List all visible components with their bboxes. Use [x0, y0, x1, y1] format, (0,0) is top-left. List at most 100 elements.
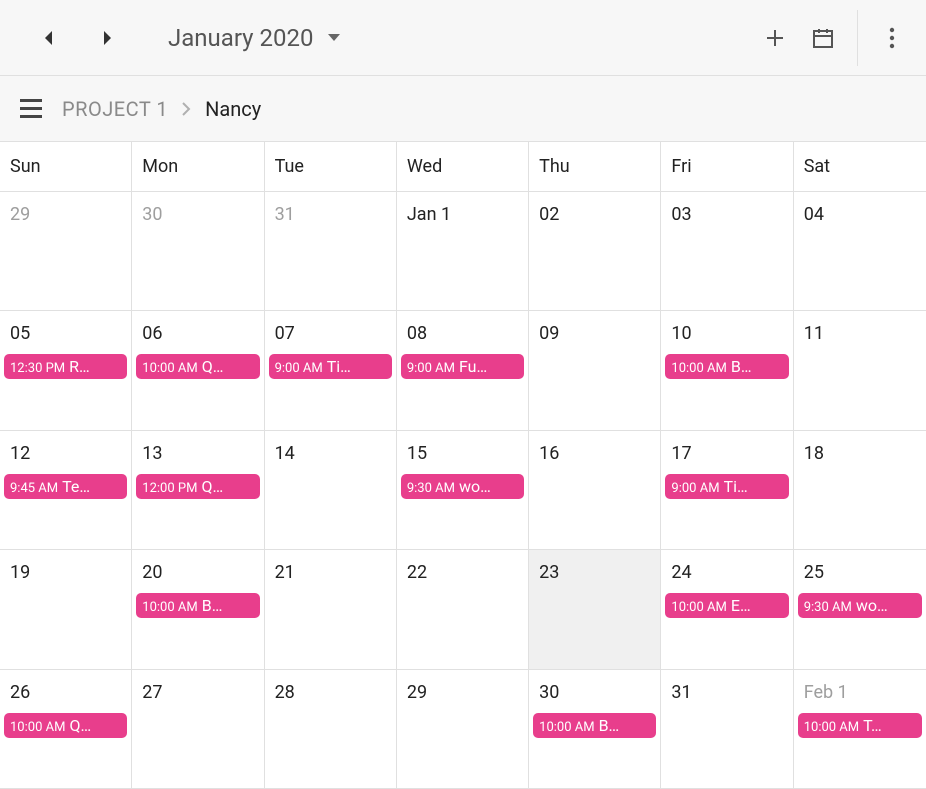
calendar-day-cell[interactable]: 22 — [397, 550, 529, 669]
calendar-day-cell[interactable]: 079:00 AMTi… — [265, 311, 397, 430]
event-time: 12:00 PM — [142, 481, 197, 496]
day-header: Sat — [794, 142, 926, 191]
calendar-event[interactable]: 12:30 PMR… — [4, 354, 127, 379]
calendar-day-cell[interactable]: 1010:00 AMB… — [661, 311, 793, 430]
calendar-event[interactable]: 9:00 AMTi… — [665, 474, 788, 499]
calendar-event[interactable]: 9:30 AMwo… — [798, 593, 922, 618]
calendar-day-cell[interactable]: 0512:30 PMR… — [0, 311, 132, 430]
calendar-day-cell[interactable]: 0610:00 AMQ… — [132, 311, 264, 430]
calendar-day-cell[interactable]: 23 — [529, 550, 661, 669]
calendar-day-cell[interactable]: 2010:00 AMB… — [132, 550, 264, 669]
calendar-date-label: Feb 1 — [794, 678, 926, 713]
calendar-day-cell[interactable]: 14 — [265, 431, 397, 550]
calendar-day-cell[interactable]: 159:30 AMwo… — [397, 431, 529, 550]
calendar-day-cell[interactable]: 16 — [529, 431, 661, 550]
day-header: Thu — [529, 142, 661, 191]
calendar-day-cell[interactable]: 04 — [794, 192, 926, 311]
calendar-day-cell[interactable]: 30 — [132, 192, 264, 311]
calendar-day-cell[interactable]: 26 10:00 AM Q… — [0, 670, 132, 789]
event-title: E… — [731, 596, 783, 615]
day-header: Wed — [397, 142, 529, 191]
calendar-event[interactable]: 10:00 AMB… — [136, 593, 259, 618]
plus-icon — [765, 28, 785, 48]
calendar-day-cell[interactable]: 09 — [529, 311, 661, 430]
calendar-day-cell[interactable]: 29 — [0, 192, 132, 311]
calendar-event[interactable]: 9:00 AMTi… — [269, 354, 392, 379]
event-title: B… — [599, 716, 651, 735]
more-menu-button[interactable] — [868, 14, 916, 62]
calendar-event[interactable]: 10:00 AMB… — [665, 354, 788, 379]
event-time: 9:30 AM — [407, 481, 455, 496]
calendar-date-label: 09 — [529, 319, 660, 354]
breadcrumb-leaf: Nancy — [205, 97, 261, 121]
event-title: Te… — [62, 477, 121, 496]
calendar-date-label: 24 — [661, 558, 792, 593]
event-time: 9:00 AM — [275, 361, 323, 376]
event-title: Q… — [69, 716, 121, 735]
breadcrumb: PROJECT 1 Nancy — [0, 76, 926, 142]
calendar-day-cell[interactable]: 27 — [132, 670, 264, 789]
chevron-left-icon — [42, 29, 54, 47]
calendar-day-cell[interactable]: 3010:00 AMB… — [529, 670, 661, 789]
calendar-day-cell[interactable]: 28 — [265, 670, 397, 789]
calendar-date-label: Jan 1 — [397, 200, 528, 235]
calendar-day-cell[interactable]: 179:00 AMTi… — [661, 431, 793, 550]
calendar-date-label: 16 — [529, 439, 660, 474]
calendar-day-cell[interactable]: 089:00 AMFu… — [397, 311, 529, 430]
calendar-event[interactable]: 9:30 AMwo… — [401, 474, 524, 499]
calendar-date-label: 27 — [132, 678, 263, 713]
calendar-date-label: 03 — [661, 200, 792, 235]
menu-button[interactable] — [20, 95, 48, 123]
month-title: January 2020 — [168, 24, 313, 52]
calendar-event[interactable]: 10:00 AM Q… — [4, 713, 127, 738]
calendar-date-label: 31 — [661, 678, 792, 713]
more-vertical-icon — [889, 27, 895, 49]
calendar-day-cell[interactable]: 02 — [529, 192, 661, 311]
event-title: R… — [69, 357, 121, 376]
add-button[interactable] — [751, 14, 799, 62]
calendar-day-cell[interactable]: 18 — [794, 431, 926, 550]
calendar-date-label: 06 — [132, 319, 263, 354]
calendar-day-headers: Sun Mon Tue Wed Thu Fri Sat — [0, 142, 926, 192]
calendar-date-label: 11 — [794, 319, 926, 354]
event-time: 10:00 AM — [671, 600, 726, 615]
calendar-event[interactable]: 10:00 AMT… — [798, 713, 922, 738]
calendar-day-cell[interactable]: Jan 1 — [397, 192, 529, 311]
calendar-day-cell[interactable]: 21 — [265, 550, 397, 669]
calendar-event[interactable]: 10:00 AMQ… — [136, 354, 259, 379]
event-time: 10:00 AM — [142, 361, 197, 376]
calendar-date-label: 13 — [132, 439, 263, 474]
calendar-day-cell[interactable]: Feb 110:00 AMT… — [794, 670, 926, 789]
calendar-day-cell[interactable]: 31 — [661, 670, 793, 789]
prev-month-button[interactable] — [28, 18, 68, 58]
calendar-day-cell[interactable]: 24 10:00 AM E… — [661, 550, 793, 669]
calendar-day-cell[interactable]: 129:45 AMTe… — [0, 431, 132, 550]
calendar-day-cell[interactable]: 259:30 AMwo… — [794, 550, 926, 669]
calendar-event[interactable]: 9:00 AMFu… — [401, 354, 524, 379]
today-button[interactable] — [799, 14, 847, 62]
calendar-event[interactable]: 12:00 PMQ… — [136, 474, 259, 499]
calendar-date-label: 02 — [529, 200, 660, 235]
breadcrumb-root[interactable]: PROJECT 1 — [62, 97, 168, 121]
calendar-date-label: 17 — [661, 439, 792, 474]
calendar-date-label: 07 — [265, 319, 396, 354]
calendar-date-label: 05 — [0, 319, 131, 354]
calendar-event[interactable]: 10:00 AMB… — [533, 713, 656, 738]
calendar-day-cell[interactable]: 19 — [0, 550, 132, 669]
calendar-day-cell[interactable]: 1312:00 PMQ… — [132, 431, 264, 550]
event-time: 10:00 AM — [10, 720, 65, 735]
calendar-date-label: 29 — [397, 678, 528, 713]
month-selector[interactable]: January 2020 — [168, 24, 341, 52]
calendar-day-cell[interactable]: 31 — [265, 192, 397, 311]
calendar-date-label: 20 — [132, 558, 263, 593]
calendar-date-label: 08 — [397, 319, 528, 354]
calendar-day-cell[interactable]: 03 — [661, 192, 793, 311]
calendar-date-label: 26 — [0, 678, 131, 713]
calendar-day-cell[interactable]: 29 — [397, 670, 529, 789]
next-month-button[interactable] — [88, 18, 128, 58]
calendar-event[interactable]: 10:00 AM E… — [665, 593, 788, 618]
event-time: 10:00 AM — [671, 361, 726, 376]
event-time: 9:00 AM — [407, 361, 455, 376]
calendar-event[interactable]: 9:45 AMTe… — [4, 474, 127, 499]
calendar-day-cell[interactable]: 11 — [794, 311, 926, 430]
